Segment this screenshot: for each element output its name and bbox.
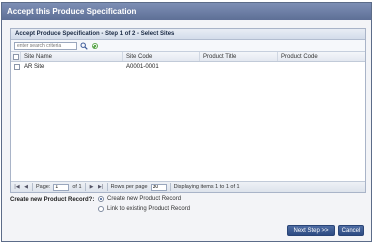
pager-bar: |◀ ◀ Page: of 1 ▶ ▶| Rows per page Displ… [11, 181, 365, 192]
page-label: Page: [36, 184, 51, 190]
pager-divider [32, 183, 33, 191]
grid-header: Site Name Site Code Product Title Produc… [11, 52, 365, 62]
row-select-cell [11, 62, 21, 72]
link-existing-record-option[interactable]: Link to existing Product Record [98, 206, 190, 212]
grid-toolbar [11, 40, 365, 52]
site-name-cell: AR Site [24, 64, 45, 70]
create-new-label: Create new Product Record [107, 196, 182, 202]
pager-divider [169, 183, 171, 191]
product-title-cell [200, 62, 278, 72]
pager-divider [84, 183, 86, 191]
search-input[interactable] [14, 41, 77, 50]
product-code-cell [278, 62, 365, 72]
create-new-radio[interactable] [98, 196, 104, 202]
create-new-record-option[interactable]: Create new Product Record [98, 196, 181, 202]
next-page-icon[interactable]: ▶ [89, 184, 95, 190]
search-icon[interactable] [80, 42, 88, 50]
select-all-cell [11, 52, 21, 61]
table-row[interactable]: AR Site A0001-0001 [11, 62, 365, 72]
page-count: of 1 [72, 184, 82, 190]
column-product-code[interactable]: Product Code [278, 52, 365, 61]
next-step-button[interactable]: Next Step >> [287, 225, 335, 236]
column-site-name[interactable]: Site Name [21, 52, 123, 61]
row-checkbox[interactable] [13, 64, 20, 70]
dialog-title: Accept this Produce Specification [2, 3, 371, 20]
refresh-icon[interactable] [91, 42, 99, 50]
prev-page-icon[interactable]: ◀ [23, 184, 29, 190]
link-existing-radio[interactable] [98, 206, 104, 212]
cancel-button[interactable]: Cancel [338, 225, 364, 236]
product-record-options: Create new Product Record?: Create new P… [10, 195, 366, 217]
link-existing-label: Link to existing Product Record [107, 206, 191, 212]
create-record-label: Create new Product Record?: [10, 197, 95, 203]
select-sites-panel: Accept Produce Specification - Step 1 of… [10, 28, 366, 193]
displaying-items: Displaying items 1 to 1 of 1 [173, 184, 240, 190]
rows-per-page-input[interactable] [150, 183, 167, 191]
step-heading: Accept Produce Specification - Step 1 of… [11, 29, 365, 40]
grid-body: AR Site A0001-0001 [11, 62, 365, 172]
accept-specification-dialog: Accept this Produce Specification Accept… [1, 2, 372, 242]
page-number-input[interactable] [53, 183, 70, 191]
first-page-icon[interactable]: |◀ [14, 184, 20, 190]
select-all-checkbox[interactable] [13, 53, 19, 60]
last-page-icon[interactable]: ▶| [98, 184, 104, 190]
rows-per-page-label: Rows per page [110, 184, 148, 190]
site-code-cell: A0001-0001 [126, 64, 159, 70]
column-product-title[interactable]: Product Title [200, 52, 278, 61]
column-site-code[interactable]: Site Code [123, 52, 200, 61]
pager-divider [106, 183, 108, 191]
